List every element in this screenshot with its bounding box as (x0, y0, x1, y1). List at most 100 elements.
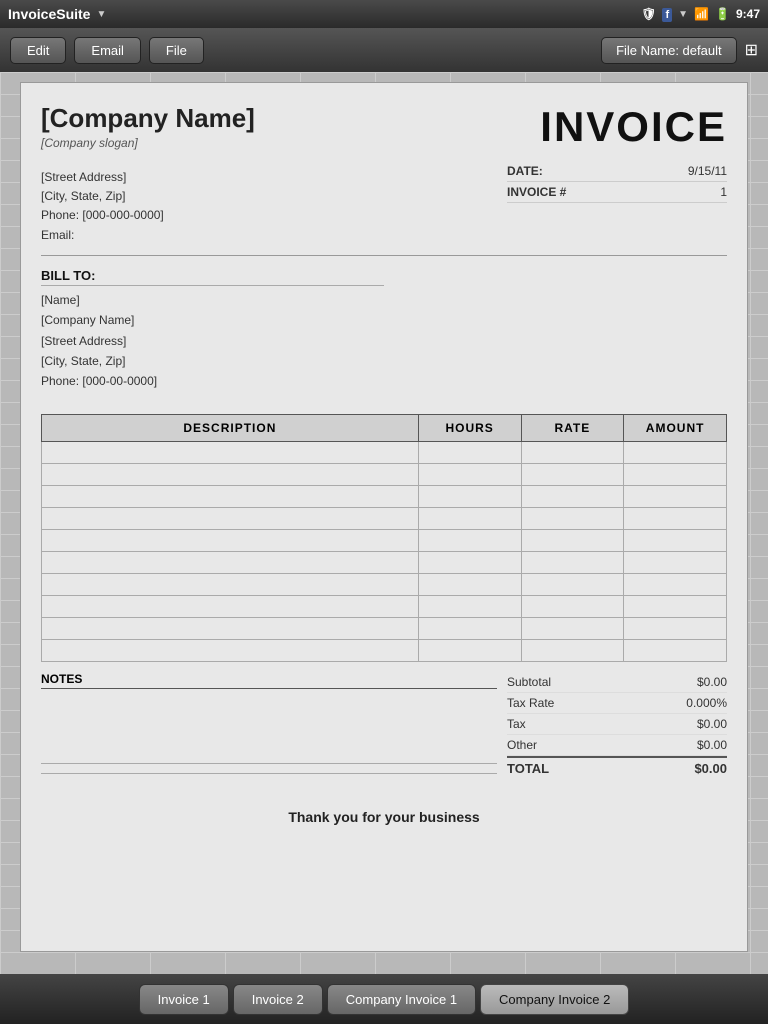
cell-desc[interactable] (42, 441, 419, 463)
invoice-paper: [Company Name] [Company slogan] [Street … (20, 82, 748, 952)
table-row[interactable] (42, 551, 727, 573)
total-label: TOTAL (507, 761, 549, 776)
table-row[interactable] (42, 573, 727, 595)
table-row[interactable] (42, 485, 727, 507)
notes-input[interactable] (41, 694, 497, 764)
street-address[interactable]: [Street Address] (41, 168, 497, 187)
cell-amount[interactable] (624, 595, 727, 617)
tab-company-invoice1[interactable]: Company Invoice 1 (327, 984, 476, 1015)
invoice-title: INVOICE (507, 103, 727, 151)
bill-to-company[interactable]: [Company Name] (41, 310, 727, 330)
cell-rate[interactable] (521, 617, 624, 639)
content-area: [Company Name] [Company slogan] [Street … (0, 72, 768, 974)
cell-amount[interactable] (624, 485, 727, 507)
email[interactable]: Email: (41, 226, 497, 245)
cell-desc[interactable] (42, 463, 419, 485)
cell-amount[interactable] (624, 639, 727, 661)
bill-to-street[interactable]: [Street Address] (41, 331, 727, 351)
cell-amount[interactable] (624, 529, 727, 551)
cell-hours[interactable] (418, 507, 521, 529)
cell-hours[interactable] (418, 639, 521, 661)
cell-amount[interactable] (624, 573, 727, 595)
table-row[interactable] (42, 529, 727, 551)
cell-hours[interactable] (418, 617, 521, 639)
col-rate: RATE (521, 414, 624, 441)
cell-amount[interactable] (624, 507, 727, 529)
bill-to-label: BILL TO: (41, 268, 384, 286)
cell-rate[interactable] (521, 551, 624, 573)
other-value[interactable]: $0.00 (697, 738, 727, 752)
tab-invoice2[interactable]: Invoice 2 (233, 984, 323, 1015)
cell-desc[interactable] (42, 551, 419, 573)
tab-company-invoice2[interactable]: Company Invoice 2 (480, 984, 629, 1015)
bill-to-name[interactable]: [Name] (41, 290, 727, 310)
app-name: InvoiceSuite (8, 6, 90, 22)
invoice-num-label: INVOICE # (507, 185, 566, 199)
col-description: DESCRIPTION (42, 414, 419, 441)
cell-desc[interactable] (42, 529, 419, 551)
cell-hours[interactable] (418, 573, 521, 595)
bill-to-city[interactable]: [City, State, Zip] (41, 351, 727, 371)
company-name[interactable]: [Company Name] (41, 103, 497, 134)
invoice-num-value[interactable]: 1 (720, 185, 727, 199)
cell-hours[interactable] (418, 551, 521, 573)
cell-amount[interactable] (624, 441, 727, 463)
cell-amount[interactable] (624, 463, 727, 485)
facebook-icon (662, 7, 672, 21)
edit-button[interactable]: Edit (10, 37, 66, 64)
cell-desc[interactable] (42, 485, 419, 507)
bill-to-phone[interactable]: Phone: [000-00-0000] (41, 371, 727, 391)
company-slogan[interactable]: [Company slogan] (41, 136, 497, 150)
other-label: Other (507, 738, 537, 752)
tax-rate-value[interactable]: 0.000% (686, 696, 727, 710)
table-row[interactable] (42, 617, 727, 639)
cell-rate[interactable] (521, 573, 624, 595)
cell-hours[interactable] (418, 529, 521, 551)
file-name-display: File Name: default (601, 37, 737, 64)
email-button[interactable]: Email (74, 37, 141, 64)
dropdown-icon: ▼ (678, 9, 688, 20)
tax-label: Tax (507, 717, 526, 731)
cell-rate[interactable] (521, 441, 624, 463)
table-row[interactable] (42, 507, 727, 529)
phone[interactable]: Phone: [000-000-0000] (41, 206, 497, 225)
cell-rate[interactable] (521, 639, 624, 661)
cell-rate[interactable] (521, 529, 624, 551)
table-row[interactable] (42, 595, 727, 617)
total-row: TOTAL $0.00 (507, 756, 727, 779)
cell-hours[interactable] (418, 463, 521, 485)
cell-hours[interactable] (418, 485, 521, 507)
cell-rate[interactable] (521, 595, 624, 617)
status-bar-right: ▼ 📶 🔋 9:47 (641, 7, 760, 21)
cell-desc[interactable] (42, 573, 419, 595)
cell-amount[interactable] (624, 551, 727, 573)
cell-rate[interactable] (521, 485, 624, 507)
tab-invoice1[interactable]: Invoice 1 (139, 984, 229, 1015)
file-button[interactable]: File (149, 37, 204, 64)
shield-icon (641, 7, 656, 21)
cell-desc[interactable] (42, 595, 419, 617)
table-row[interactable] (42, 463, 727, 485)
cell-amount[interactable] (624, 617, 727, 639)
cell-rate[interactable] (521, 463, 624, 485)
other-row: Other $0.00 (507, 735, 727, 756)
cell-desc[interactable] (42, 617, 419, 639)
grid-icon[interactable]: ⊞ (745, 40, 758, 60)
date-label: DATE: (507, 164, 543, 178)
table-row[interactable] (42, 441, 727, 463)
cell-desc[interactable] (42, 639, 419, 661)
cell-desc[interactable] (42, 507, 419, 529)
subtotal-value: $0.00 (697, 675, 727, 689)
date-row: DATE: 9/15/11 (507, 161, 727, 182)
city-state-zip[interactable]: [City, State, Zip] (41, 187, 497, 206)
date-value[interactable]: 9/15/11 (688, 164, 727, 178)
table-row[interactable] (42, 639, 727, 661)
cell-rate[interactable] (521, 507, 624, 529)
tax-rate-label: Tax Rate (507, 696, 554, 710)
app-dropdown-icon[interactable]: ▼ (96, 9, 106, 20)
tax-value: $0.00 (697, 717, 727, 731)
invoice-meta: DATE: 9/15/11 INVOICE # 1 (507, 161, 727, 203)
cell-hours[interactable] (418, 595, 521, 617)
wifi-icon: 📶 (694, 7, 709, 21)
cell-hours[interactable] (418, 441, 521, 463)
